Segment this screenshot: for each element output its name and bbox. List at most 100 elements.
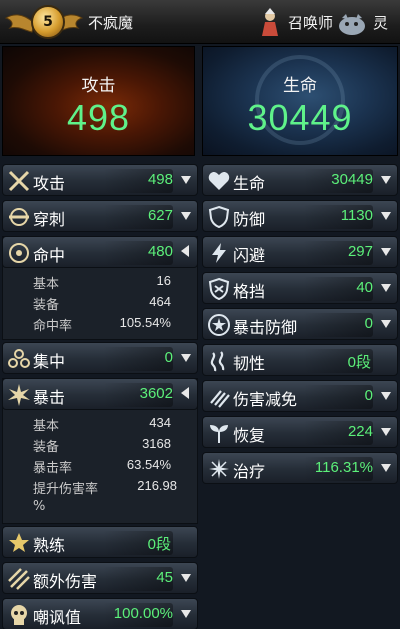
detail-label: 命中率 (33, 319, 73, 334)
stat-value: 0段 (147, 536, 171, 553)
stat-name: 格挡 (233, 282, 266, 301)
stat-name: 闪避 (233, 246, 266, 265)
stat-row-accuracy[interactable]: 命中 480 (2, 236, 198, 268)
burst-icon (8, 384, 30, 406)
skull-icon (11, 605, 27, 625)
expand-arrow-icon[interactable] (381, 248, 391, 256)
stat-value: 100.00% (113, 605, 173, 622)
stat-value: 0 (364, 315, 373, 332)
stat-value: 297 (347, 243, 373, 260)
stat-value: 224 (347, 423, 373, 440)
expand-arrow-icon[interactable] (381, 392, 391, 400)
expand-arrow-icon[interactable] (381, 464, 391, 472)
spirit-icon[interactable] (336, 10, 368, 38)
stat-value: 627 (147, 207, 173, 224)
sprout-icon (210, 425, 228, 443)
summoner-icon[interactable] (256, 8, 284, 38)
stat-name: 熟练 (33, 536, 66, 555)
collapse-arrow-icon[interactable] (181, 387, 189, 399)
stat-name: 穿刺 (33, 210, 66, 229)
stat-name: 嘲讽值 (33, 608, 82, 627)
expand-arrow-icon[interactable] (381, 284, 391, 292)
stat-value: 45 (156, 569, 173, 586)
spirit-label[interactable]: 灵 (373, 12, 388, 33)
stat-value: 116.31% (314, 459, 373, 476)
stat-row-pierce[interactable]: 穿刺 627 (2, 200, 198, 232)
expand-arrow-icon[interactable] (181, 354, 191, 362)
level-badge: 5 (31, 5, 65, 39)
detail-label: 装备 (33, 298, 60, 313)
stat-row-extra-damage[interactable]: 额外伤害 45 (2, 562, 198, 594)
value-tab (303, 313, 373, 337)
detail-value: 105.54% (119, 315, 171, 330)
attack-summary-value: 498 (66, 97, 131, 138)
stat-row-focus[interactable]: 集中 0 (2, 342, 198, 374)
target-icon (9, 243, 29, 263)
detail-label: 装备 (33, 440, 60, 455)
stat-name: 韧性 (233, 354, 266, 373)
stat-value: 0 (164, 349, 173, 366)
expand-arrow-icon[interactable] (181, 176, 191, 184)
stat-value: 40 (356, 279, 373, 296)
block-shield-icon (208, 277, 230, 301)
detail-label: 提升伤害率 (33, 482, 99, 497)
hp-summary-label: 生命 (283, 76, 317, 96)
detail-value: 3168 (142, 436, 171, 451)
detail-label: 基本 (33, 277, 60, 292)
focus-icon (8, 349, 30, 368)
expand-arrow-icon[interactable] (181, 212, 191, 220)
expand-arrow-icon[interactable] (181, 610, 191, 618)
detail-wrap: % (33, 499, 46, 514)
stat-name: 命中 (33, 246, 66, 265)
stat-row-defense[interactable]: 防御 1130 (202, 200, 398, 232)
value-tab (103, 347, 173, 371)
crossed-swords-icon (8, 170, 30, 192)
summoner-label[interactable]: 召唤师 (288, 12, 333, 33)
expand-arrow-icon[interactable] (381, 212, 391, 220)
stat-value: 1130 (340, 207, 373, 224)
stat-name: 暴击防御 (233, 318, 298, 337)
stat-row-healing[interactable]: 治疗 116.31% (202, 452, 398, 484)
stat-row-crit-defense[interactable]: 暴击防御 0 (202, 308, 398, 340)
stat-row-crit[interactable]: 暴击 3602 (2, 378, 198, 410)
expand-arrow-icon[interactable] (381, 428, 391, 436)
stat-name: 集中 (33, 352, 66, 371)
stat-value: 3602 (139, 385, 173, 402)
stat-row-toughness[interactable]: 韧性 0段 (202, 344, 398, 376)
stat-row-mastery[interactable]: 熟练 0段 (2, 526, 198, 558)
hp-summary-value: 30449 (247, 97, 353, 138)
stat-row-damage-reduction[interactable]: 伤害减免 0 (202, 380, 398, 412)
expand-arrow-icon[interactable] (381, 176, 391, 184)
player-name: 不疯魔 (88, 14, 134, 32)
stat-name: 生命 (233, 174, 266, 193)
collapse-arrow-icon[interactable] (181, 245, 189, 257)
expand-arrow-icon[interactable] (381, 320, 391, 328)
stat-name: 暴击 (33, 388, 66, 407)
detail-value: 464 (149, 294, 171, 309)
stat-name: 额外伤害 (33, 572, 98, 591)
stat-name: 防御 (233, 210, 266, 229)
stat-row-recovery[interactable]: 恢复 224 (202, 416, 398, 448)
stat-row-attack[interactable]: 攻击 498 (2, 164, 198, 196)
stat-name: 恢复 (233, 426, 266, 445)
slash-icon (8, 568, 30, 590)
detail-value: 63.54% (126, 457, 171, 472)
stat-row-hp[interactable]: 生命 30449 (202, 164, 398, 196)
crit-defense-icon (208, 314, 230, 336)
level-emblem: 5 (4, 2, 84, 42)
value-tab (303, 385, 373, 409)
toughness-icon (210, 351, 225, 372)
stat-row-block[interactable]: 格挡 40 (202, 272, 398, 304)
stat-name: 攻击 (33, 174, 66, 193)
detail-value: 434 (149, 415, 171, 430)
stat-row-evasion[interactable]: 闪避 297 (202, 236, 398, 268)
expand-arrow-icon[interactable] (181, 574, 191, 582)
star-icon (9, 533, 29, 552)
attack-summary-panel: 攻击 498 (2, 46, 195, 156)
stat-row-taunt[interactable]: 嘲讽值 100.00% (2, 598, 198, 629)
character-header-bar: 5 不疯魔 召唤师 灵 (0, 0, 400, 44)
detail-label: 暴击率 (33, 461, 73, 476)
stat-name: 治疗 (233, 462, 266, 481)
stat-value: 480 (147, 243, 173, 260)
damage-reduction-icon (210, 390, 230, 408)
